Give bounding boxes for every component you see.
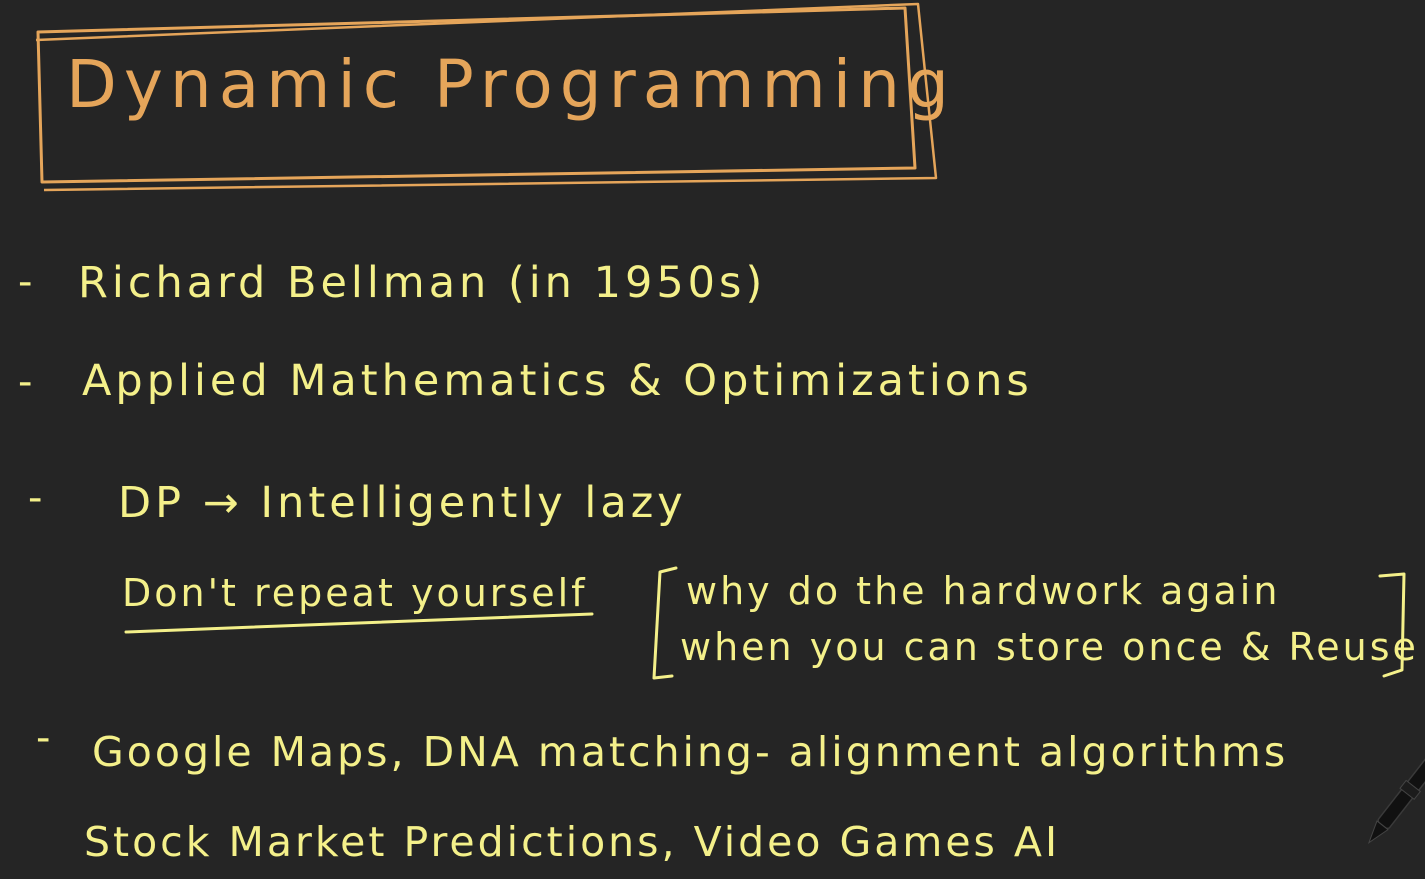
dry-explanation-line-1: why do the hardwork again (686, 569, 1281, 613)
bullet-applied-mathematics: Applied Mathematics & Optimizations (82, 356, 1033, 406)
bullet-dash: - (28, 475, 43, 521)
applications-continued: Stock Market Predictions, Video Games AI (84, 818, 1061, 866)
bullet-applications: Google Maps, DNA matching- alignment alg… (92, 728, 1289, 776)
page-title: Dynamic Programming (66, 46, 956, 123)
left-bracket (652, 566, 678, 680)
whiteboard-canvas[interactable]: Dynamic Programming - Richard Bellman (i… (0, 0, 1425, 879)
bullet-dp-lazy: DP → Intelligently lazy (118, 478, 687, 528)
bullet-dash: - (18, 359, 33, 405)
bullet-richard-bellman: Richard Bellman (in 1950s) (78, 258, 767, 308)
dry-underline (124, 612, 594, 634)
dry-explanation-line-2: when you can store once & Reuse (680, 625, 1419, 669)
bullet-dash: - (18, 259, 33, 305)
dry-label: Don't repeat yourself (122, 571, 588, 615)
bullet-dash: - (36, 715, 51, 761)
